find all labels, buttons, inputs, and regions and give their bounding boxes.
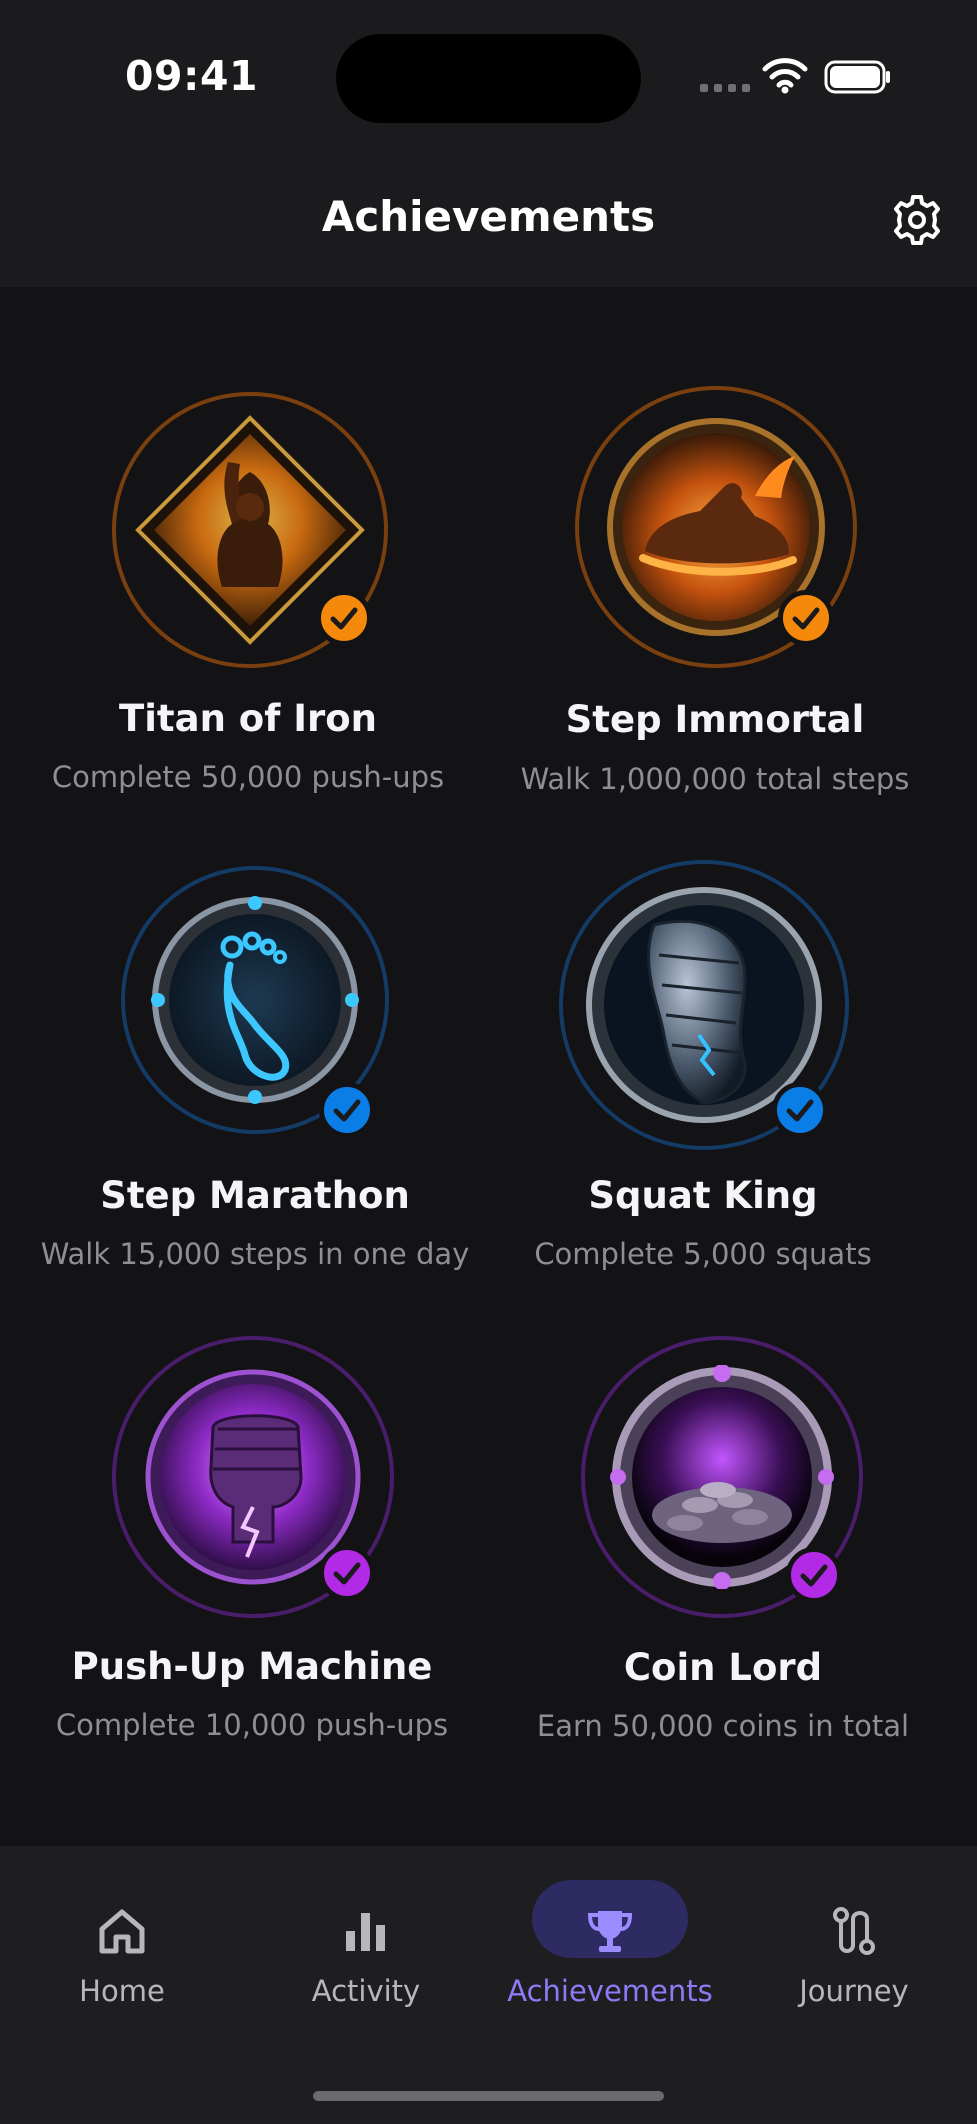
bottom-navigation: Home Activity Achievements Journey xyxy=(0,1846,977,2124)
home-indicator[interactable] xyxy=(313,2091,664,2101)
achievement-card-squat-king[interactable]: Squat King Complete 5,000 squats xyxy=(463,860,943,1280)
achievement-description: Complete 50,000 push-ups xyxy=(51,760,445,794)
completed-check-icon xyxy=(786,1547,842,1603)
trophy-icon xyxy=(587,1911,633,1952)
status-time: 09:41 xyxy=(125,52,259,100)
achievement-name: Squat King xyxy=(588,1174,818,1217)
achievement-description: Complete 5,000 squats xyxy=(534,1237,872,1271)
achievement-name: Step Immortal xyxy=(565,698,865,741)
achievement-card-step-marathon[interactable]: Step Marathon Walk 15,000 steps in one d… xyxy=(15,860,495,1280)
achievement-name: Titan of Iron xyxy=(119,697,377,740)
achievement-card-push-up-machine[interactable]: Push-Up Machine Complete 10,000 push-ups xyxy=(12,1330,492,1750)
achievement-name: Push-Up Machine xyxy=(71,1645,433,1688)
nav-label: Home xyxy=(79,1974,165,2008)
achievement-name: Step Marathon xyxy=(100,1174,410,1217)
route-icon xyxy=(833,1907,875,1955)
nav-tab-achievements[interactable]: Achievements xyxy=(488,1846,732,2046)
page-title: Achievements xyxy=(321,192,656,241)
completed-check-icon xyxy=(778,590,834,646)
bar-chart-icon xyxy=(346,1913,385,1951)
achievement-description: Walk 1,000,000 total steps xyxy=(520,762,910,796)
completed-check-icon xyxy=(319,1545,375,1601)
nav-tab-home[interactable]: Home xyxy=(0,1846,244,2046)
top-bar: 09:41 Achievements xyxy=(0,0,977,287)
nav-tab-activity[interactable]: Activity xyxy=(244,1846,488,2046)
nav-label: Journey xyxy=(799,1974,909,2008)
battery-icon xyxy=(824,60,890,94)
gear-icon[interactable] xyxy=(890,193,944,247)
achievement-description: Complete 10,000 push-ups xyxy=(55,1708,449,1742)
completed-check-icon xyxy=(316,590,372,646)
achievement-card-titan-of-iron[interactable]: Titan of Iron Complete 50,000 push-ups xyxy=(8,380,488,800)
dynamic-island xyxy=(336,34,641,123)
completed-check-icon xyxy=(319,1082,375,1138)
nav-tab-journey[interactable]: Journey xyxy=(732,1846,976,2046)
completed-check-icon xyxy=(772,1082,828,1138)
nav-label: Achievements xyxy=(507,1974,713,2008)
achievement-description: Walk 15,000 steps in one day xyxy=(40,1237,470,1271)
footprint-icon xyxy=(151,896,359,1104)
home-icon xyxy=(99,1909,145,1954)
achievement-name: Coin Lord xyxy=(623,1646,823,1689)
cellular-signal-icon xyxy=(700,84,750,92)
achievement-card-coin-lord[interactable]: Coin Lord Earn 50,000 coins in total xyxy=(483,1330,963,1750)
achievements-screen: 09:41 Achievements Titan of Iron Complet… xyxy=(0,0,977,2124)
achievement-description: Earn 50,000 coins in total xyxy=(536,1709,910,1743)
wifi-icon xyxy=(762,58,808,94)
achievement-card-step-immortal[interactable]: Step Immortal Walk 1,000,000 total steps xyxy=(475,380,955,800)
nav-label: Activity xyxy=(311,1974,421,2008)
